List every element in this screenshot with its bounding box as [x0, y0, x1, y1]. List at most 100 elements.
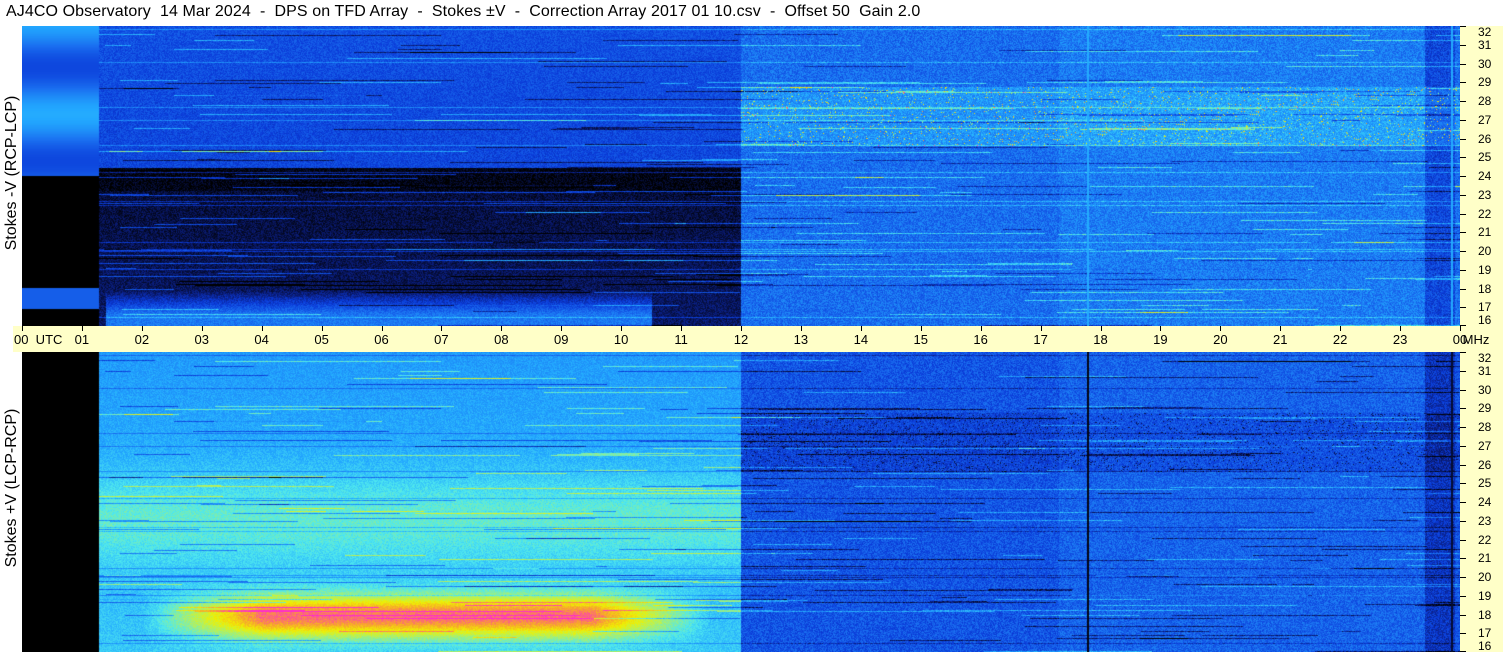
- y-tick-label: 19: [1478, 588, 1492, 603]
- y-tick-label: 27: [1478, 438, 1492, 453]
- y-tick-label: 29: [1478, 75, 1492, 90]
- x-tick-mark: [261, 326, 263, 331]
- x-tick-mark: [1400, 326, 1402, 331]
- x-tick-mark: [621, 326, 623, 331]
- y-tick-mark: [1460, 307, 1466, 309]
- y-tick-mark: [1460, 595, 1466, 597]
- x-tick-mark: [22, 326, 23, 331]
- y-tick-label: 26: [1478, 457, 1492, 472]
- y-tick-mark: [1460, 26, 1466, 27]
- y-tick-mark: [1460, 63, 1466, 65]
- y-tick-label: 30: [1478, 382, 1492, 397]
- y-tick-label: 23: [1478, 187, 1492, 202]
- y-tick-mark: [1460, 138, 1466, 140]
- frequency-axis-top: 16 17 18 19 20 21 22 23 24 25 26 27 28 29 30 31 32: [1460, 25, 1503, 327]
- y-tick-mark: [1460, 389, 1466, 391]
- y-tick-mark: [1460, 445, 1466, 447]
- x-tick-mark: [1160, 326, 1162, 331]
- x-unit-label: MHz: [1462, 332, 1490, 347]
- x-tick-mark: [681, 326, 683, 331]
- y-tick-mark: [1460, 502, 1466, 503]
- y-tick-mark: [1460, 44, 1466, 46]
- x-tick-mark: [501, 326, 503, 331]
- spectrogram-panel-stokes-minus-v: [22, 26, 1460, 326]
- y-tick-label: 18: [1478, 281, 1492, 296]
- x-tick-label: 10: [613, 332, 629, 347]
- x-tick-mark: [141, 326, 143, 331]
- y-tick-label: 29: [1478, 401, 1492, 416]
- x-tick-label: 09: [554, 332, 569, 347]
- y-tick-label: 23: [1478, 513, 1492, 528]
- y-tick-label: 32: [1478, 351, 1492, 365]
- x-tick-label: 00 UTC: [14, 332, 63, 347]
- y-tick-mark: [1460, 232, 1466, 234]
- y-tick-label: 17: [1478, 300, 1492, 315]
- y-tick-mark: [1460, 520, 1466, 522]
- y-tick-label: 19: [1478, 262, 1492, 277]
- y-tick-label: 18: [1478, 607, 1492, 622]
- x-tick-label: 23: [1392, 332, 1408, 347]
- y-tick-mark: [1460, 157, 1466, 159]
- y-tick-mark: [1460, 101, 1466, 102]
- y-tick-mark: [1460, 558, 1466, 560]
- y-tick-label: 30: [1478, 56, 1492, 71]
- y-tick-label: 24: [1478, 495, 1492, 509]
- time-axis: 00 UTC 01 02 03 04 05 06 07 08 09 10 11 12 13 14 15 16 17…: [13, 326, 1503, 352]
- y-tick-mark: [1460, 370, 1466, 372]
- x-tick-label: 04: [254, 332, 269, 347]
- y-tick-mark: [1460, 633, 1466, 635]
- y-tick-label: 32: [1478, 25, 1492, 39]
- y-tick-label: 25: [1478, 150, 1492, 165]
- frequency-axis-bottom: 16 17 18 19 20 21 22 23 24 25 26 27 28 29 30 31 32: [1460, 351, 1503, 653]
- y-tick-label: 28: [1478, 94, 1492, 108]
- x-tick-mark: [441, 326, 443, 331]
- x-tick-mark: [1100, 326, 1102, 331]
- y-tick-mark: [1460, 251, 1466, 252]
- y-tick-mark: [1460, 539, 1466, 541]
- y-tick-label: 22: [1478, 206, 1492, 221]
- x-tick-label: 11: [674, 332, 688, 347]
- y-tick-mark: [1460, 577, 1466, 578]
- x-tick-mark: [561, 326, 563, 331]
- x-tick-label: 22: [1332, 332, 1348, 347]
- y-tick-label: 20: [1478, 570, 1492, 584]
- y-tick-mark: [1460, 176, 1466, 177]
- x-tick-label: 19: [1153, 332, 1168, 347]
- y-tick-label: 21: [1478, 225, 1492, 240]
- x-tick-label: 01: [74, 332, 90, 347]
- x-tick-label: 16: [973, 332, 988, 347]
- x-tick-label: 15: [913, 332, 928, 347]
- y-axis-label-bottom: Stokes +V (LCP-RCP): [3, 408, 20, 568]
- spectrogram-panel-stokes-plus-v: [22, 352, 1460, 652]
- x-tick-mark: [1460, 326, 1461, 331]
- x-tick-mark: [980, 326, 982, 331]
- y-tick-mark: [1460, 614, 1466, 616]
- y-tick-label: 27: [1478, 112, 1492, 127]
- y-tick-mark: [1460, 427, 1466, 428]
- x-tick-mark: [1220, 326, 1222, 331]
- x-tick-mark: [201, 326, 203, 331]
- y-tick-mark: [1460, 352, 1466, 353]
- x-tick-label: 08: [494, 332, 509, 347]
- y-tick-mark: [1460, 288, 1466, 290]
- y-tick-label: 17: [1478, 626, 1492, 641]
- x-tick-mark: [741, 326, 742, 331]
- spectrogram-heatmap-bottom: [22, 352, 1460, 652]
- x-tick-label: 18: [1093, 332, 1108, 347]
- x-tick-mark: [381, 326, 383, 331]
- y-tick-mark: [1460, 213, 1466, 215]
- x-tick-label: 21: [1273, 332, 1288, 347]
- x-tick-label: 20: [1213, 332, 1228, 347]
- y-tick-label: 28: [1478, 420, 1492, 434]
- y-tick-label: 25: [1478, 476, 1492, 491]
- y-tick-label: 21: [1478, 551, 1492, 566]
- x-tick-mark: [920, 326, 922, 331]
- y-tick-mark: [1460, 269, 1466, 271]
- y-tick-label: 24: [1478, 169, 1492, 183]
- x-tick-mark: [1340, 326, 1342, 331]
- y-tick-mark: [1460, 483, 1466, 485]
- y-tick-label: 20: [1478, 244, 1492, 258]
- y-tick-label: 16: [1478, 313, 1492, 327]
- x-tick-label: 12: [733, 332, 749, 347]
- y-tick-mark: [1460, 651, 1466, 652]
